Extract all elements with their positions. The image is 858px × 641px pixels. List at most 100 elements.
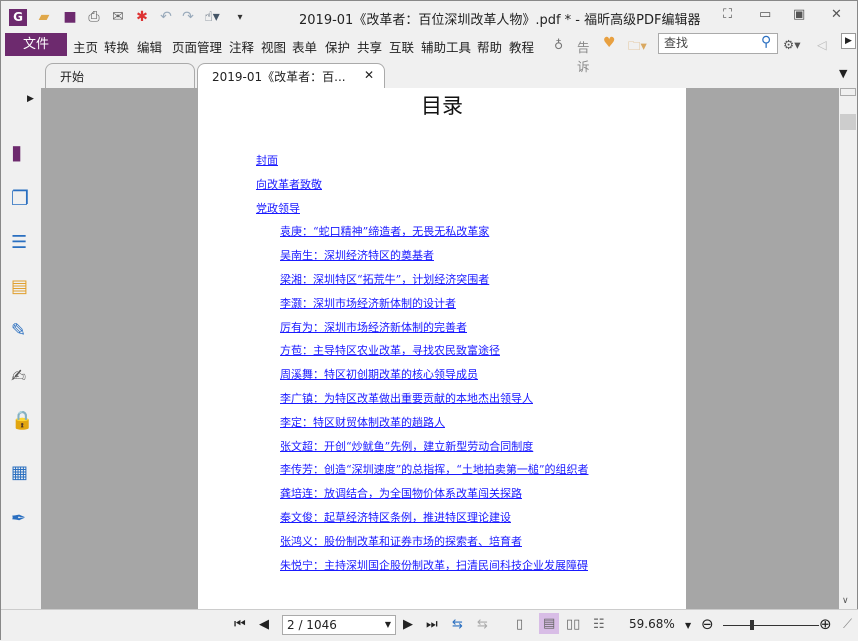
menu-form[interactable]: 表单 <box>292 37 317 56</box>
toc-link[interactable]: 方苞：主导特区农业改革，寻找农民致富途径 <box>280 342 500 358</box>
heart-icon[interactable]: ♥ <box>603 35 616 51</box>
tab-start[interactable]: 开始 <box>45 63 195 88</box>
toc-link[interactable]: 周溪舞：特区初创期改革的核心领导成员 <box>280 366 478 382</box>
undo-icon[interactable]: ↶ <box>157 9 175 26</box>
menu-share[interactable]: 共享 <box>357 37 382 56</box>
toc-link[interactable]: 李广镇：为特区改革做出重要贡献的本地杰出领导人 <box>280 390 533 406</box>
zoom-level[interactable]: 59.68% <box>629 617 675 631</box>
scrollbar-thumb[interactable] <box>840 114 856 130</box>
print-icon[interactable]: ⎙ <box>85 9 103 26</box>
close-button[interactable]: ✕ <box>831 7 842 22</box>
expand-panel-icon[interactable]: ▶ <box>27 94 34 104</box>
zoom-out-icon[interactable]: ⊖ <box>701 615 714 633</box>
toc-link[interactable]: 李传芳：创造“深圳速度”的总指挥，“土地拍卖第一槌”的组织者 <box>280 461 589 477</box>
page-number-input[interactable]: 2 / 1046 ▼ <box>282 615 396 635</box>
menu-home[interactable]: 主页 <box>73 37 98 56</box>
scroll-up-icon[interactable] <box>840 88 856 96</box>
toc-link[interactable]: 秦文俊：起草经济特区条例，推进特区理论建设 <box>280 509 511 525</box>
toc-link[interactable]: 张鸿义：股份制改革和证券市场的探索者、培育者 <box>280 533 522 549</box>
scroll-down-icon[interactable]: ∨ <box>842 596 849 606</box>
facing-pages-icon[interactable]: ▯▯ <box>566 617 580 632</box>
continuous-page-icon[interactable]: ▤ <box>539 613 560 634</box>
app-logo-icon: G <box>9 9 27 26</box>
certificate-icon[interactable]: ✒ <box>11 508 33 530</box>
toc-link[interactable]: 袁庚：“蛇口精神”缔造者，无畏无私改革家 <box>280 223 489 239</box>
scroll-left-icon[interactable]: ◁ <box>817 37 827 52</box>
open-folder-icon[interactable]: ▰ <box>35 9 53 26</box>
scroll-right-icon[interactable]: ▶ <box>841 33 856 49</box>
form-fields-icon[interactable]: ▦ <box>11 462 33 484</box>
lock-icon[interactable]: 🔒 <box>11 410 33 432</box>
zoom-slider-thumb[interactable] <box>749 620 754 630</box>
lightbulb-icon: ♁ <box>554 37 564 52</box>
toc-link[interactable]: 吴南生：深圳经济特区的奠基者 <box>280 247 434 263</box>
tab-bar: 开始 2019-01《改革者：百... ✕ ▼ <box>1 57 858 88</box>
continuous-facing-icon[interactable]: ☷ <box>593 617 605 632</box>
first-page-icon[interactable]: ⏮ <box>234 617 246 632</box>
zoom-slider[interactable] <box>723 620 819 630</box>
resize-grip-icon[interactable]: ⟋ <box>843 617 852 632</box>
attachment-icon[interactable]: ✎ <box>11 320 33 342</box>
toc-link[interactable]: 李灏：深圳市场经济新体制的设计者 <box>280 295 456 311</box>
toc-link[interactable]: 张文超：开创“炒鱿鱼”先例，建立新型劳动合同制度 <box>280 438 533 454</box>
signature-icon[interactable]: ✍ <box>11 366 33 388</box>
menu-connect[interactable]: 互联 <box>389 37 414 56</box>
previous-page-icon[interactable]: ◀ <box>259 617 269 632</box>
pages-thumbnail-icon[interactable]: ❐ <box>11 186 33 210</box>
single-page-icon[interactable]: ▯ <box>516 617 523 632</box>
save-icon[interactable]: ■ <box>61 9 79 26</box>
menu-protect[interactable]: 保护 <box>325 37 350 56</box>
bookmark-page-icon[interactable]: ▮ <box>11 140 33 164</box>
toc-link[interactable]: 封面 <box>256 152 278 168</box>
search-input[interactable]: 查找 <box>658 33 778 54</box>
document-view[interactable]: 目录 封面向改革者致敬 党政领导袁庚：“蛇口精神”缔造者，无畏无私改革家 吴南生：深… <box>41 88 839 609</box>
menu-help[interactable]: 帮助 <box>477 37 502 56</box>
comments-icon[interactable]: ▤ <box>11 276 33 298</box>
tab-label: 开始 <box>60 70 85 84</box>
last-page-icon[interactable]: ⏭ <box>426 617 438 632</box>
file-menu-button[interactable]: 文件 <box>5 33 67 56</box>
window-title: 2019-01《改革者：百位深圳改革人物》.pdf * - 福昕高级PDF编辑器 <box>299 13 701 28</box>
toc-link[interactable]: 党政领导 <box>256 200 300 216</box>
tab-list-dropdown-icon[interactable]: ▼ <box>839 67 847 80</box>
layers-icon[interactable]: ☰ <box>11 232 33 254</box>
maximize-button[interactable]: ▣ <box>793 7 805 22</box>
fullscreen-icon[interactable]: ⛶ <box>723 7 732 22</box>
folder-search-icon[interactable]: 🗀▾ <box>628 37 647 58</box>
search-icon[interactable]: ⚲ <box>761 34 771 50</box>
toc-link[interactable]: 向改革者致敬 <box>256 176 322 192</box>
tab-document[interactable]: 2019-01《改革者：百... ✕ <box>197 63 385 88</box>
customize-toolbar-icon[interactable]: ▾ <box>231 9 249 26</box>
toc-link[interactable]: 朱悦宁：主持深圳国企股份制改革，扫清民间科技企业发展障碍 <box>280 557 588 573</box>
next-view-icon[interactable]: ⇆ <box>477 617 488 632</box>
next-page-icon[interactable]: ▶ <box>403 617 413 632</box>
menu-bar: 文件 主页 转换 编辑 页面管理 注释 视图 表单 保护 共享 互联 辅助工具 … <box>1 32 858 74</box>
toc-link[interactable]: 李定：特区财贸体制改革的趟路人 <box>280 414 445 430</box>
menu-accessibility[interactable]: 辅助工具 <box>421 37 471 56</box>
settings-icon[interactable]: ⚙▾ <box>783 37 800 52</box>
zoom-in-icon[interactable]: ⊕ <box>819 615 832 633</box>
menu-view[interactable]: 视图 <box>261 37 286 56</box>
menu-page-manage[interactable]: 页面管理 <box>172 37 222 56</box>
menu-convert[interactable]: 转换 <box>104 37 129 56</box>
new-file-icon[interactable]: ✱ <box>133 9 151 26</box>
menu-tutorial[interactable]: 教程 <box>509 37 534 56</box>
menu-comment[interactable]: 注释 <box>229 37 254 56</box>
minimize-button[interactable]: ▭ <box>759 7 771 22</box>
previous-view-icon[interactable]: ⇆ <box>452 617 463 632</box>
toc-link[interactable]: 梁湘：深圳特区“拓荒牛”，计划经济突围者 <box>280 271 489 287</box>
menu-edit[interactable]: 编辑 <box>137 37 162 56</box>
vertical-scrollbar[interactable]: ∨ <box>839 88 857 609</box>
title-bar: G ▰ ■ ⎙ ✉ ✱ ↶ ↷ ☝▾ ▾ 2019-01《改革者：百位深圳改革人… <box>1 1 858 33</box>
tab-label: 2019-01《改革者：百... <box>212 70 346 84</box>
zoom-dropdown-icon[interactable]: ▼ <box>685 621 691 630</box>
redo-icon[interactable]: ↷ <box>179 9 197 26</box>
close-tab-icon[interactable]: ✕ <box>364 68 374 82</box>
hand-tool-icon[interactable]: ☝▾ <box>203 9 221 26</box>
email-icon[interactable]: ✉ <box>109 9 127 26</box>
page-title: 目录 <box>421 94 463 118</box>
status-bar: ⏮ ◀ 2 / 1046 ▼ ▶ ⏭ ⇆ ⇆ ▯ ▤ ▯▯ ☷ 59.68% ▼ … <box>1 609 858 641</box>
left-panel: ▶ ▮ ❐ ☰ ▤ ✎ ✍ 🔒 ▦ ✒ <box>1 88 41 609</box>
toc-link[interactable]: 龚培连：放调结合，为全国物价体系改革闯关探路 <box>280 485 522 501</box>
toc-link[interactable]: 厉有为：深圳市场经济新体制的完善者 <box>280 319 467 335</box>
